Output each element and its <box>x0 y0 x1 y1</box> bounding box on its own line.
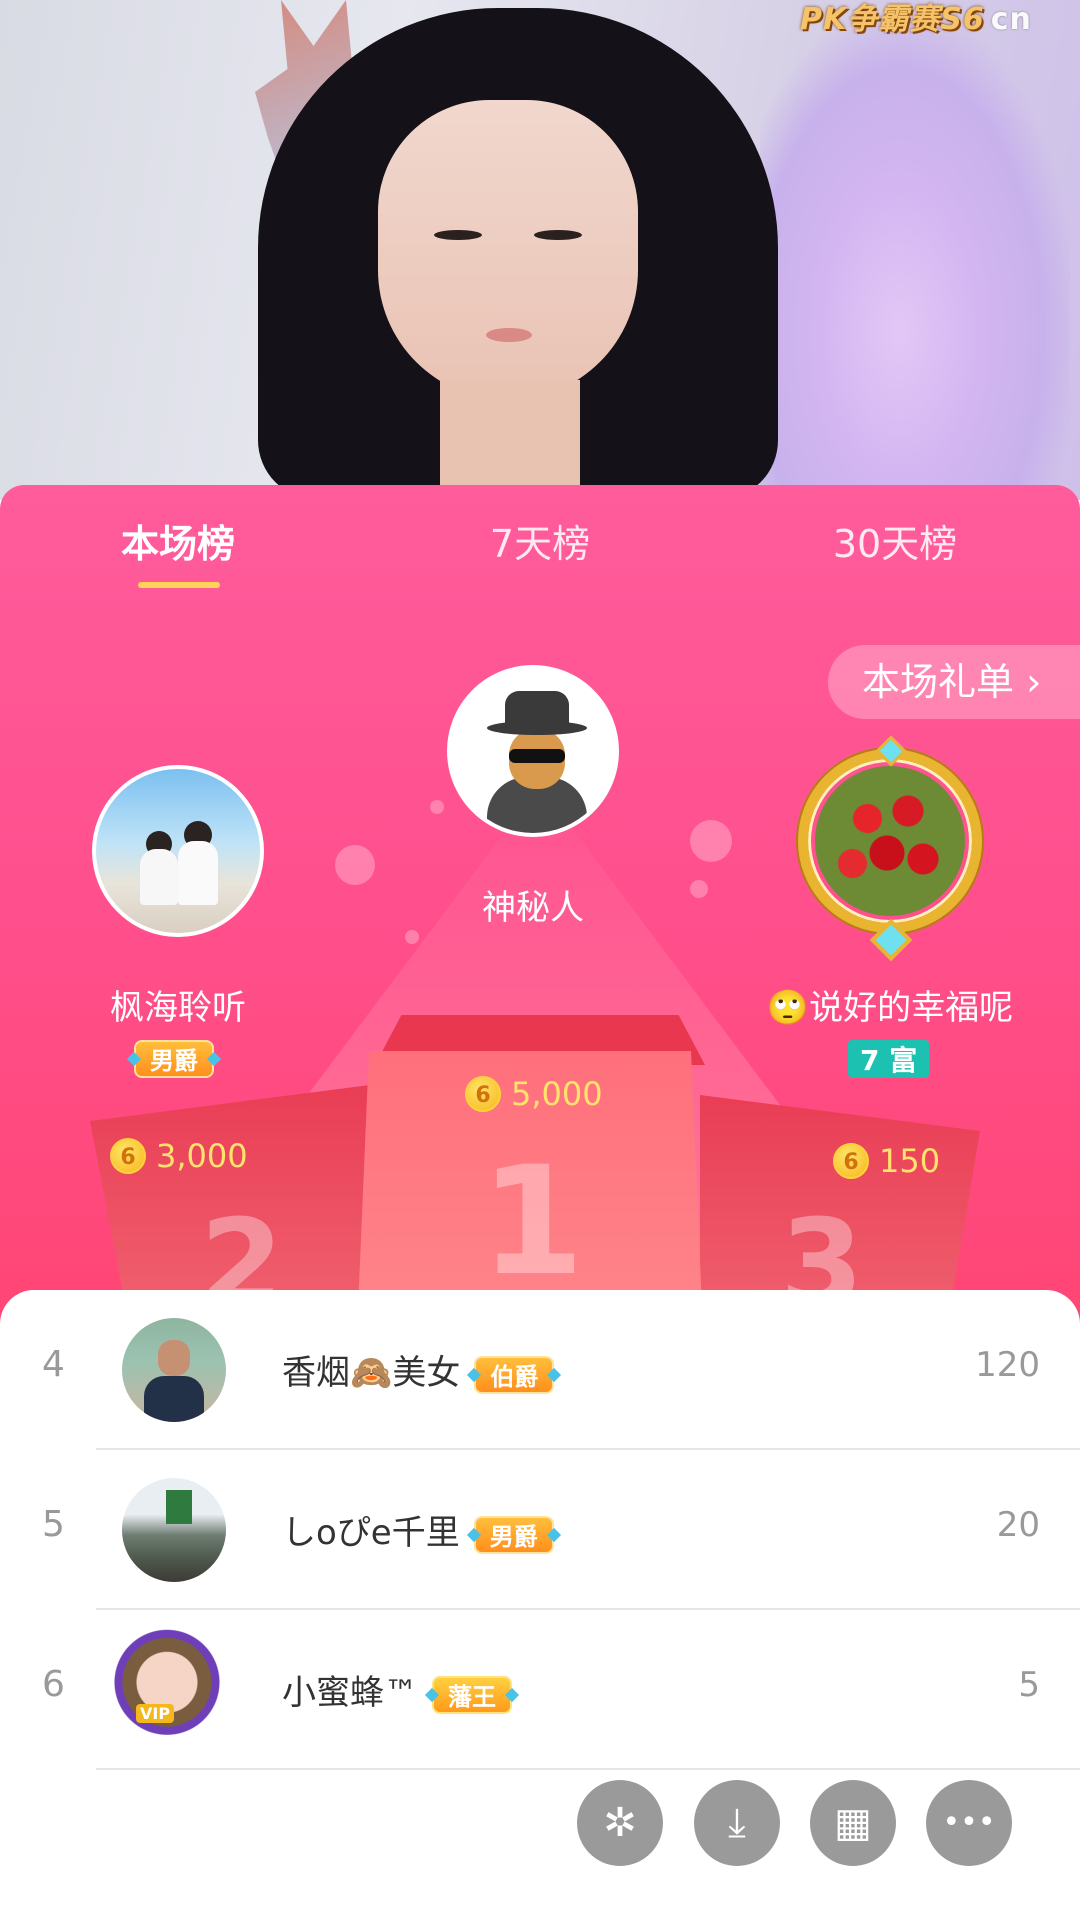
second-place-avatar[interactable] <box>92 765 264 937</box>
list-username-wrap: 小蜜蜂™ 藩王 <box>282 1665 512 1714</box>
third-place-avatar[interactable] <box>815 766 965 916</box>
watermark-text: PK争霸赛S6 <box>800 2 985 37</box>
list-avatar[interactable] <box>122 1478 226 1582</box>
avatar-figure <box>140 849 178 905</box>
second-place-name: 枫海聆听 <box>110 988 246 1028</box>
pinwheel-icon[interactable]: ✲ <box>577 1780 663 1866</box>
eye-left <box>434 230 482 240</box>
third-place-badge: 7 富 <box>848 1040 930 1078</box>
tab-7-days[interactable]: 7天榜 <box>420 513 660 568</box>
coin-icon: 6 <box>110 1138 146 1174</box>
active-tab-indicator <box>138 582 220 588</box>
watermark-site: cn <box>990 2 1032 37</box>
list-username-wrap: 香烟🙈美女 伯爵 <box>282 1345 555 1394</box>
download-icon[interactable]: ⤓ <box>694 1780 780 1866</box>
list-username: 小蜜蜂™ <box>282 1673 418 1713</box>
more-icon[interactable]: ••• <box>926 1780 1012 1866</box>
list-username: しoぴe千里 <box>282 1513 460 1553</box>
action-bar: ✲ ⤓ ▦ ••• <box>0 1780 1080 1870</box>
third-place-score: 6 150 <box>833 1140 940 1180</box>
list-avatar[interactable] <box>100 1622 234 1756</box>
ranking-tabs: 本场榜 7天榜 30天榜 <box>0 485 1080 595</box>
lips <box>486 328 532 342</box>
coin-icon: 6 <box>833 1143 869 1179</box>
bubble <box>430 800 444 814</box>
list-badge: 男爵 <box>473 1515 554 1554</box>
list-avatar[interactable] <box>122 1318 226 1422</box>
streamer-neck <box>440 380 580 500</box>
second-place-badge: 男爵 <box>134 1040 214 1078</box>
second-place-score: 6 3,000 <box>110 1135 248 1175</box>
third-place-name: 🙄说好的幸福呢 <box>766 988 1014 1028</box>
first-place-avatar[interactable] <box>447 665 619 837</box>
hat-brim <box>487 721 587 735</box>
list-rank: 6 <box>42 1664 65 1705</box>
bubble <box>690 880 708 898</box>
tab-30-days[interactable]: 30天榜 <box>775 513 1015 568</box>
second-place-badge-wrap: 男爵 <box>134 1040 214 1078</box>
third-place-badge-wrap: 7 富 <box>848 1040 930 1078</box>
list-username: 香烟🙈美女 <box>282 1353 461 1393</box>
list-badge: 伯爵 <box>474 1355 555 1394</box>
list-rank: 4 <box>42 1344 65 1385</box>
bubble <box>405 930 419 944</box>
bubble <box>335 845 375 885</box>
first-place-name: 神秘人 <box>482 888 584 928</box>
eye-right <box>534 230 582 240</box>
tab-this-session[interactable]: 本场榜 <box>58 513 298 568</box>
first-place-score-value: 5,000 <box>511 1075 603 1113</box>
sunglasses-icon <box>509 749 565 763</box>
list-item[interactable]: 5 しoぴe千里 男爵 20 <box>0 1450 1080 1610</box>
doll-decoration <box>760 20 1070 500</box>
list-item[interactable]: 6 小蜜蜂™ 藩王 5 <box>0 1610 1080 1770</box>
gift-list-button[interactable]: 本场礼单 › <box>828 645 1080 719</box>
list-rank: 5 <box>42 1504 65 1545</box>
list-score: 5 <box>1018 1665 1040 1705</box>
grid-icon[interactable]: ▦ <box>810 1780 896 1866</box>
second-place-score-value: 3,000 <box>156 1137 248 1175</box>
list-score: 20 <box>996 1505 1040 1545</box>
event-watermark: PK争霸赛S6 cn <box>800 0 1032 38</box>
first-place-score: 6 5,000 <box>465 1073 603 1113</box>
list-item[interactable]: 4 香烟🙈美女 伯爵 120 <box>0 1290 1080 1450</box>
list-score: 120 <box>975 1345 1040 1385</box>
list-badge: 藩王 <box>432 1675 512 1714</box>
list-username-wrap: しoぴe千里 男爵 <box>282 1505 554 1554</box>
divider <box>96 1768 1080 1770</box>
bubble <box>690 820 732 862</box>
podium-number-first: 1 <box>480 1135 585 1309</box>
avatar-figure <box>178 841 218 905</box>
streamer-face <box>378 100 638 400</box>
live-video[interactable]: PK争霸赛S6 cn <box>0 0 1080 500</box>
third-place-score-value: 150 <box>879 1142 941 1180</box>
coin-icon: 6 <box>465 1076 501 1112</box>
